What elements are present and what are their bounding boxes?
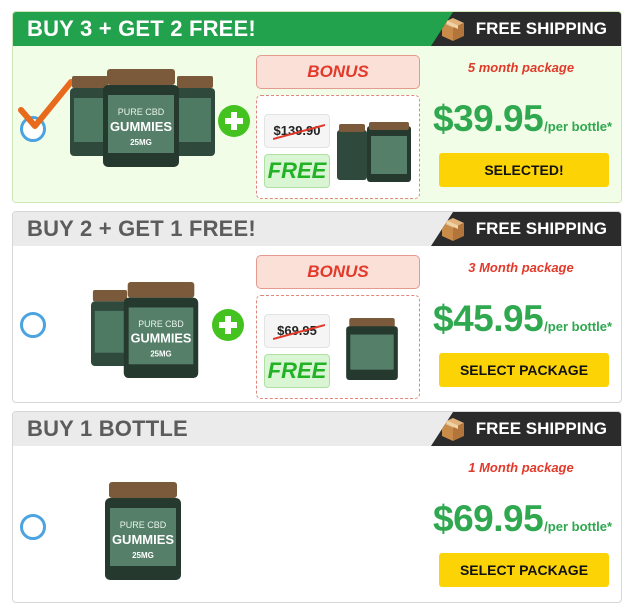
- free-shipping-banner: FREE SHIPPING: [431, 412, 621, 446]
- product-jar-image: [346, 318, 398, 380]
- free-label: FREE: [264, 354, 330, 388]
- package-radio[interactable]: [20, 312, 46, 338]
- package-price: $45.95: [433, 298, 544, 339]
- package-radio[interactable]: [20, 514, 46, 540]
- plus-circle-icon: [212, 309, 244, 341]
- price-line: $45.95 /per bottle*: [433, 298, 612, 340]
- package-card-1[interactable]: BUY 3 + GET 2 FREE! FREE SHIPPING PURE C…: [12, 11, 622, 203]
- svg-text:GUMMIES: GUMMIES: [112, 532, 174, 547]
- bonus-label: BONUS: [256, 55, 420, 89]
- package-header: BUY 3 + GET 2 FREE! FREE SHIPPING: [13, 12, 621, 46]
- old-price-value: $69.95: [277, 323, 317, 338]
- svg-text:PURE CBD: PURE CBD: [138, 319, 183, 329]
- package-price: $69.95: [433, 498, 544, 539]
- svg-text:PURE CBD: PURE CBD: [120, 520, 167, 530]
- product-jar-image: [175, 76, 215, 156]
- price-line: $69.95 /per bottle*: [433, 498, 612, 540]
- per-bottle-label: /per bottle*: [544, 319, 613, 334]
- svg-text:25MG: 25MG: [150, 349, 171, 358]
- checkmark-icon: [18, 79, 74, 129]
- product-jar-main: PURE CBD GUMMIES 25MG: [103, 69, 179, 167]
- old-price: $69.95: [264, 314, 330, 348]
- bonus-box: $69.95 FREE: [256, 295, 420, 399]
- package-title: BUY 3 + GET 2 FREE!: [27, 16, 256, 41]
- free-shipping-label: FREE SHIPPING: [475, 419, 607, 438]
- package-title: BUY 1 BOTTLE: [27, 416, 188, 441]
- package-title: BUY 2 + GET 1 FREE!: [27, 216, 256, 241]
- product-jar-image: PURE CBD GUMMIES 25MG: [105, 482, 181, 580]
- package-duration-label: 5 month package: [467, 60, 575, 75]
- selected-button[interactable]: SELECTED!: [439, 153, 609, 187]
- select-package-button[interactable]: SELECT PACKAGE: [439, 553, 609, 587]
- per-bottle-label: /per bottle*: [544, 119, 613, 134]
- product-jar-image: [337, 122, 411, 182]
- package-card-3[interactable]: BUY 1 BOTTLE FREE SHIPPING PURE CBD GUMM…: [12, 411, 622, 603]
- svg-text:PURE CBD: PURE CBD: [118, 107, 165, 117]
- free-shipping-label: FREE SHIPPING: [475, 219, 607, 238]
- package-price: $39.95: [433, 98, 544, 139]
- old-price: $139.90: [264, 114, 330, 148]
- price-line: $39.95 /per bottle*: [433, 98, 612, 140]
- bonus-label: BONUS: [256, 255, 420, 289]
- free-label: FREE: [264, 154, 330, 188]
- package-header: BUY 1 BOTTLE FREE SHIPPING: [13, 412, 621, 446]
- product-jar-main: PURE CBD GUMMIES 25MG: [123, 282, 199, 378]
- product-jar-image: PURE CBD GUMMIES 25MG: [123, 282, 199, 378]
- svg-text:25MG: 25MG: [130, 138, 152, 147]
- plus-circle-icon: [218, 105, 250, 137]
- product-jar-main: PURE CBD GUMMIES 25MG: [103, 482, 183, 580]
- package-header: BUY 2 + GET 1 FREE! FREE SHIPPING: [13, 212, 621, 246]
- svg-text:GUMMIES: GUMMIES: [110, 119, 172, 134]
- free-shipping-banner: FREE SHIPPING: [431, 212, 621, 246]
- free-shipping-label: FREE SHIPPING: [475, 19, 607, 38]
- bonus-box: $139.90 FREE: [256, 95, 420, 199]
- select-package-button[interactable]: SELECT PACKAGE: [439, 353, 609, 387]
- package-duration-label: 3 Month package: [468, 260, 574, 275]
- product-jar-image: PURE CBD GUMMIES 25MG: [103, 69, 179, 167]
- old-price-value: $139.90: [273, 123, 321, 138]
- free-shipping-banner: FREE SHIPPING: [431, 12, 621, 46]
- package-duration-label: 1 Month package: [468, 460, 574, 475]
- svg-text:25MG: 25MG: [132, 551, 154, 560]
- package-card-2[interactable]: BUY 2 + GET 1 FREE! FREE SHIPPING PURE C…: [12, 211, 622, 403]
- per-bottle-label: /per bottle*: [544, 519, 613, 534]
- svg-text:GUMMIES: GUMMIES: [131, 331, 192, 346]
